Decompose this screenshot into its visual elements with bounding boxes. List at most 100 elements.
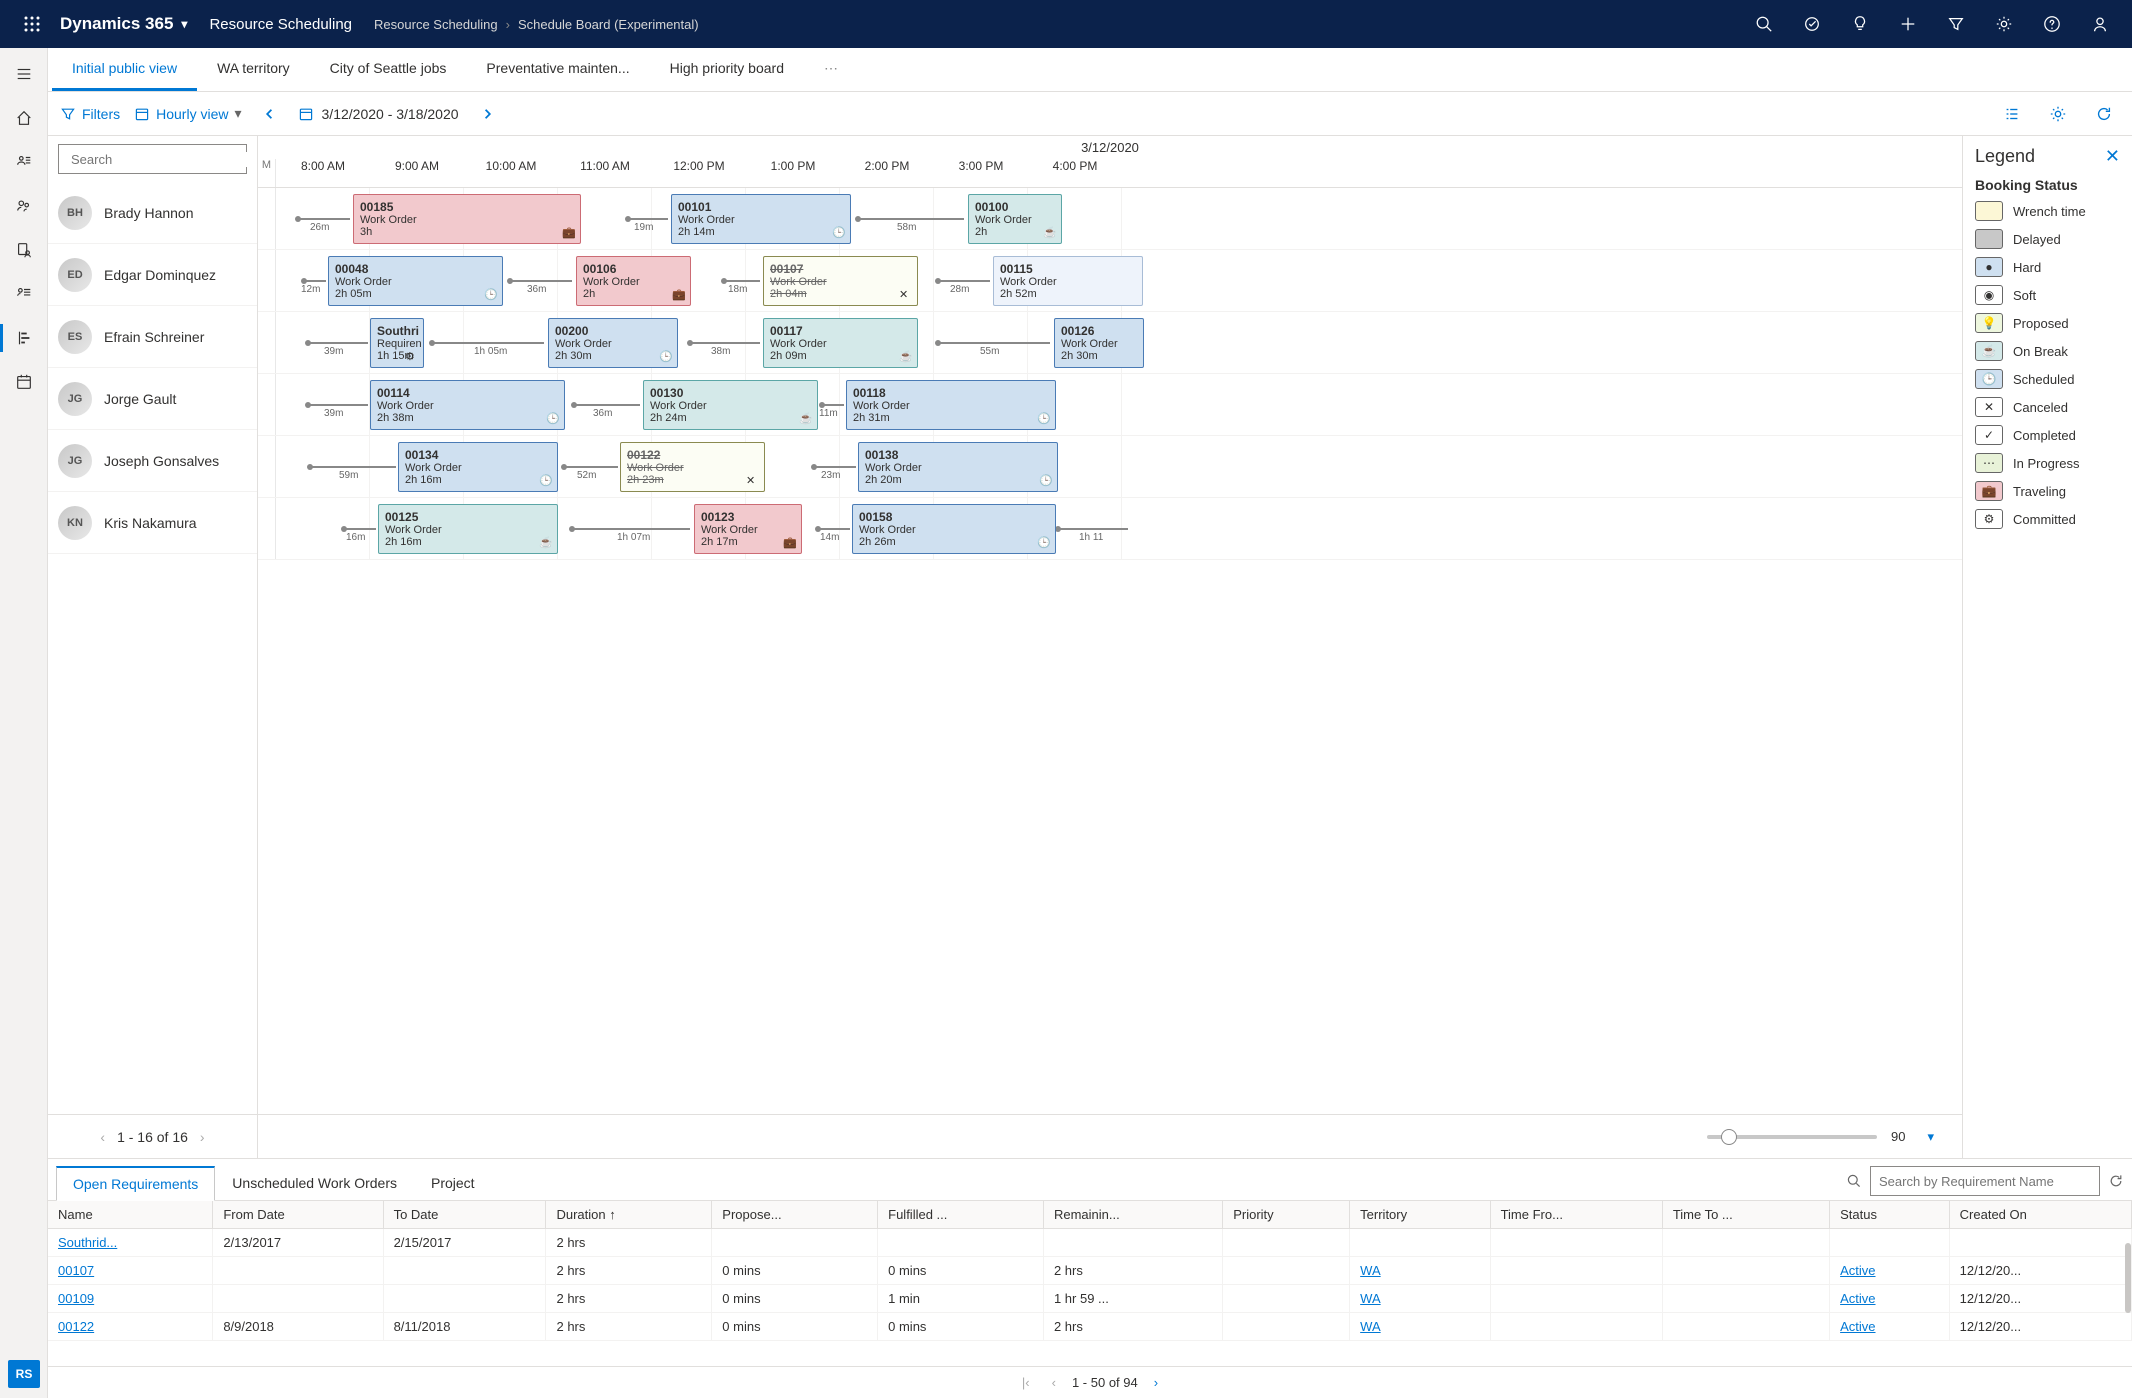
bottom-tab[interactable]: Project bbox=[414, 1166, 492, 1201]
booking-block[interactable]: 00130Work Order2h 24m☕ bbox=[643, 380, 818, 430]
column-header[interactable]: Status bbox=[1830, 1201, 1950, 1229]
prev-range-button[interactable] bbox=[256, 100, 284, 128]
column-header[interactable]: Time To ... bbox=[1662, 1201, 1829, 1229]
gear-icon[interactable] bbox=[1980, 0, 2028, 48]
lightbulb-icon[interactable] bbox=[1836, 0, 1884, 48]
column-header[interactable]: Created On bbox=[1949, 1201, 2131, 1229]
booking-block[interactable]: 00122Work Order2h 23m✕ bbox=[620, 442, 765, 492]
scrollbar[interactable] bbox=[2125, 1243, 2131, 1313]
calendar-icon[interactable] bbox=[4, 364, 44, 400]
resource-row[interactable]: KNKris Nakamura bbox=[48, 492, 257, 554]
name-link[interactable]: Southrid... bbox=[58, 1235, 117, 1250]
settings-icon[interactable] bbox=[2042, 98, 2074, 130]
column-header[interactable]: Time Fro... bbox=[1490, 1201, 1662, 1229]
status-link[interactable]: Active bbox=[1840, 1319, 1875, 1334]
search-icon[interactable] bbox=[1740, 0, 1788, 48]
filter-icon[interactable] bbox=[1932, 0, 1980, 48]
doc-person-icon[interactable] bbox=[4, 232, 44, 268]
resource-row[interactable]: ESEfrain Schreiner bbox=[48, 306, 257, 368]
tab-wa-territory[interactable]: WA territory bbox=[197, 48, 310, 91]
resource-row[interactable]: JGJoseph Gonsalves bbox=[48, 430, 257, 492]
refresh-icon[interactable] bbox=[2088, 98, 2120, 130]
tab-preventative-mainten-[interactable]: Preventative mainten... bbox=[466, 48, 649, 91]
resource-row[interactable]: BHBrady Hannon bbox=[48, 182, 257, 244]
booking-block[interactable]: 00118Work Order2h 31m🕒 bbox=[846, 380, 1056, 430]
view-dropdown[interactable]: Hourly view ▾ bbox=[134, 105, 241, 122]
status-link[interactable]: Active bbox=[1840, 1263, 1875, 1278]
booking-block[interactable]: 00123Work Order2h 17m💼 bbox=[694, 504, 802, 554]
requirements-grid[interactable]: NameFrom DateTo DateDuration ↑Propose...… bbox=[48, 1201, 2132, 1366]
booking-block[interactable]: 00100Work Order2h☕ bbox=[968, 194, 1062, 244]
booking-block[interactable]: 00101Work Order2h 14m🕒 bbox=[671, 194, 851, 244]
table-row[interactable]: 001228/9/20188/11/20182 hrs0 mins0 mins2… bbox=[48, 1313, 2132, 1341]
column-header[interactable]: Name bbox=[48, 1201, 213, 1229]
booking-block[interactable]: 00107Work Order2h 04m✕ bbox=[763, 256, 918, 306]
booking-block[interactable]: 00185Work Order3h💼 bbox=[353, 194, 581, 244]
name-link[interactable]: 00109 bbox=[58, 1291, 94, 1306]
table-row[interactable]: Southrid...2/13/20172/15/20172 hrs bbox=[48, 1229, 2132, 1257]
booking-block[interactable]: 00134Work Order2h 16m🕒 bbox=[398, 442, 558, 492]
tab-initial-public-view[interactable]: Initial public view bbox=[52, 48, 197, 91]
next-page[interactable]: › bbox=[200, 1129, 205, 1145]
column-header[interactable]: Fulfilled ... bbox=[878, 1201, 1044, 1229]
grid-next[interactable]: › bbox=[1148, 1375, 1164, 1390]
help-icon[interactable] bbox=[2028, 0, 2076, 48]
booking-block[interactable]: 00106Work Order2h💼 bbox=[576, 256, 691, 306]
people-pair-icon[interactable] bbox=[4, 188, 44, 224]
name-link[interactable]: 00107 bbox=[58, 1263, 94, 1278]
column-header[interactable]: Priority bbox=[1223, 1201, 1350, 1229]
requirement-search[interactable] bbox=[1870, 1166, 2100, 1196]
booking-block[interactable]: 00125Work Order2h 16m☕ bbox=[378, 504, 558, 554]
column-header[interactable]: Duration ↑ bbox=[546, 1201, 712, 1229]
bottom-tab[interactable]: Unscheduled Work Orders bbox=[215, 1166, 414, 1201]
booking-block[interactable]: 00158Work Order2h 26m🕒 bbox=[852, 504, 1056, 554]
territory-link[interactable]: WA bbox=[1360, 1291, 1380, 1306]
grid-first[interactable]: |‹ bbox=[1016, 1375, 1036, 1390]
plus-icon[interactable] bbox=[1884, 0, 1932, 48]
column-header[interactable]: Territory bbox=[1350, 1201, 1490, 1229]
breadcrumb-item[interactable]: Schedule Board (Experimental) bbox=[518, 17, 699, 32]
booking-block[interactable]: SouthriRequiren1h 15m⚙ bbox=[370, 318, 424, 368]
table-row[interactable]: 001092 hrs0 mins1 min1 hr 59 ...WAActive… bbox=[48, 1285, 2132, 1313]
person-icon[interactable] bbox=[2076, 0, 2124, 48]
bottom-tab[interactable]: Open Requirements bbox=[56, 1166, 215, 1201]
resource-row[interactable]: EDEdgar Dominquez bbox=[48, 244, 257, 306]
prev-page[interactable]: ‹ bbox=[100, 1129, 105, 1145]
booking-block[interactable]: 00200Work Order2h 30m🕒 bbox=[548, 318, 678, 368]
resource-row[interactable]: JGJorge Gault bbox=[48, 368, 257, 430]
booking-block[interactable]: 00114Work Order2h 38m🕒 bbox=[370, 380, 565, 430]
territory-link[interactable]: WA bbox=[1360, 1263, 1380, 1278]
people-list-icon[interactable] bbox=[4, 276, 44, 312]
zoom-slider[interactable] bbox=[1707, 1135, 1877, 1139]
table-row[interactable]: 001072 hrs0 mins0 mins2 hrsWAActive12/12… bbox=[48, 1257, 2132, 1285]
app-launcher-icon[interactable] bbox=[8, 15, 56, 33]
tab-city-of-seattle-jobs[interactable]: City of Seattle jobs bbox=[310, 48, 467, 91]
date-range[interactable]: 3/12/2020 - 3/18/2020 bbox=[298, 106, 459, 122]
tabs-overflow[interactable]: ⋯ bbox=[804, 48, 858, 91]
people-queue-icon[interactable] bbox=[4, 144, 44, 180]
column-header[interactable]: To Date bbox=[383, 1201, 546, 1229]
filters-button[interactable]: Filters bbox=[60, 106, 120, 122]
column-header[interactable]: From Date bbox=[213, 1201, 383, 1229]
status-link[interactable]: Active bbox=[1840, 1291, 1875, 1306]
booking-block[interactable]: 00117Work Order2h 09m☕ bbox=[763, 318, 918, 368]
hamburger-icon[interactable] bbox=[4, 56, 44, 92]
booking-block[interactable]: 00138Work Order2h 20m🕒 bbox=[858, 442, 1058, 492]
next-range-button[interactable] bbox=[473, 100, 501, 128]
booking-block[interactable]: 00126Work Order2h 30m bbox=[1054, 318, 1144, 368]
rs-badge[interactable]: RS bbox=[8, 1360, 40, 1388]
search-icon[interactable] bbox=[1846, 1173, 1862, 1189]
chevron-down-icon[interactable]: ▾ bbox=[1919, 1129, 1942, 1145]
grid-prev[interactable]: ‹ bbox=[1046, 1375, 1062, 1390]
booking-block[interactable]: 00048Work Order2h 05m🕒 bbox=[328, 256, 503, 306]
close-icon[interactable]: ✕ bbox=[2105, 146, 2120, 167]
booking-block[interactable]: 00115Work Order2h 52m bbox=[993, 256, 1143, 306]
breadcrumb-item[interactable]: Resource Scheduling bbox=[374, 17, 498, 32]
gantt-icon[interactable] bbox=[4, 320, 44, 356]
home-icon[interactable] bbox=[4, 100, 44, 136]
territory-link[interactable]: WA bbox=[1360, 1319, 1380, 1334]
refresh-icon[interactable] bbox=[2108, 1173, 2124, 1189]
tab-high-priority-board[interactable]: High priority board bbox=[650, 48, 804, 91]
column-header[interactable]: Propose... bbox=[712, 1201, 878, 1229]
column-header[interactable]: Remainin... bbox=[1043, 1201, 1222, 1229]
